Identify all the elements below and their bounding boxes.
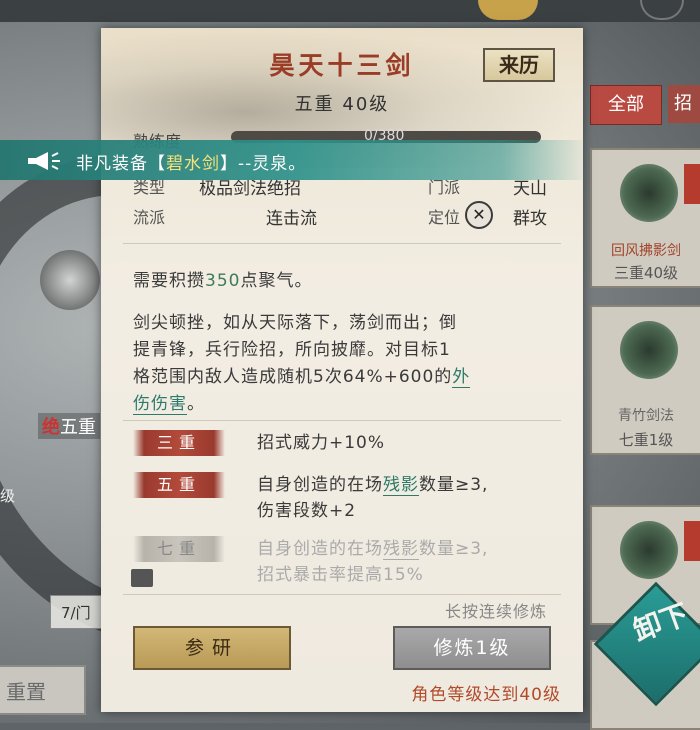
tab-all[interactable]: 全部	[590, 85, 662, 125]
tier-effect-line: 自身创造的在场残影数量≥3,	[257, 536, 488, 562]
desc-line: 剑尖顿挫，如从天际落下，荡剑而出；倒	[133, 313, 457, 333]
tier-badge: 三重	[133, 430, 225, 456]
card-name: 青竹剑法	[618, 408, 674, 424]
megaphone-icon	[28, 152, 60, 170]
card-name: 回风拂影剑	[611, 243, 681, 259]
desc-line: 格范围内敌人造成随机5次64%+600的外	[133, 364, 471, 391]
announcement-text: 非凡装备【碧水剑】--灵泉。	[76, 149, 306, 174]
skill-description: 剑尖顿挫，如从天际落下，荡剑而出；倒 提青锋，兵行险招，所向披靡。对目标1 格范…	[133, 310, 471, 418]
tier-text-post: 数量≥3,	[419, 539, 489, 559]
tier-effect-line: 伤害段数+2	[257, 501, 357, 521]
req-suffix: 点聚气。	[240, 271, 313, 291]
tier-effect-line: 自身创造的在场残影数量≥3,	[257, 472, 488, 498]
study-button[interactable]: 参研	[133, 626, 291, 670]
req-prefix: 需要积攒	[133, 271, 205, 291]
card-level: 三重40级	[613, 264, 679, 282]
left-skill-badge: 绝五重	[38, 413, 100, 439]
desc-line: 伤伤害。	[133, 391, 470, 418]
skill-card[interactable]: 青竹剑法 七重1级	[590, 305, 700, 455]
skill-medal-icon[interactable]	[40, 250, 100, 310]
tier-effect: 自身创造的在场残影数量≥3, 伤害段数+2	[257, 472, 488, 524]
banner-item-name: 碧水剑	[166, 154, 220, 174]
banner-prefix: 非凡装备【	[76, 154, 166, 174]
afterimage-link[interactable]: 残影	[383, 475, 419, 496]
req-value: 350	[205, 271, 241, 291]
badge-level: 五重	[60, 417, 96, 438]
tier-effect-line: 招式暴击率提高15%	[257, 565, 424, 585]
external-damage-link[interactable]: 外	[452, 367, 471, 388]
top-bar	[0, 0, 700, 22]
divider	[123, 243, 561, 244]
tier-effect: 招式威力+10%	[257, 433, 386, 453]
skill-level: 五重 40级	[294, 94, 390, 115]
tab-move[interactable]: 招	[668, 85, 700, 123]
hold-hint: 长按连续修炼	[444, 602, 547, 621]
train-button[interactable]: 修炼1级	[393, 626, 551, 670]
energy-requirement: 需要积攒350点聚气。	[133, 268, 312, 295]
desc-end: 。	[187, 394, 205, 414]
afterimage-link[interactable]: 残影	[383, 539, 419, 560]
source-button[interactable]: 来历	[483, 48, 555, 82]
tier-text-pre: 自身创造的在场	[257, 539, 383, 559]
tier-effect-locked: 自身创造的在场残影数量≥3, 招式暴击率提高15%	[257, 536, 488, 588]
skill-portrait-icon	[620, 521, 678, 579]
card-level: 七重1级	[618, 431, 674, 449]
school-label: 流派	[133, 208, 166, 227]
skill-portrait-icon	[620, 321, 678, 379]
divider	[123, 594, 561, 595]
reset-button[interactable]: 重置	[0, 665, 86, 715]
skill-portrait-icon	[620, 164, 678, 222]
divider	[123, 420, 561, 421]
position-label: 定位	[428, 208, 461, 227]
card-tag	[684, 521, 700, 561]
skill-detail-panel: 昊天十三剑 来历 五重 40级 熟练度 0/380 类型 极品剑法绝招 门派 天…	[101, 28, 583, 712]
skill-card[interactable]: 回风拂影剑 三重40级	[590, 148, 700, 288]
tier-text-pre: 自身创造的在场	[257, 475, 383, 495]
tier-text-post: 数量≥3,	[419, 475, 489, 495]
badge-red-char: 绝	[42, 417, 60, 438]
lock-icon	[131, 569, 153, 587]
school-value: 连击流	[266, 209, 317, 229]
tier-badge: 五重	[133, 472, 225, 498]
banner-suffix: 】--灵泉。	[220, 154, 307, 174]
desc-text: 格范围内敌人造成随机5次64%+600的	[133, 367, 453, 387]
tier-badge-locked: 七重	[133, 536, 225, 562]
desc-line: 提青锋，兵行险招，所向披靡。对目标1	[133, 340, 451, 360]
crossed-swords-icon[interactable]: ✕	[465, 201, 493, 229]
external-damage-link-2[interactable]: 伤伤害	[133, 394, 187, 415]
card-tag	[684, 164, 700, 204]
position-value: 群攻	[513, 209, 547, 229]
left-level-text: 级	[0, 487, 16, 505]
level-requirement: 角色等级达到40级	[411, 685, 561, 705]
